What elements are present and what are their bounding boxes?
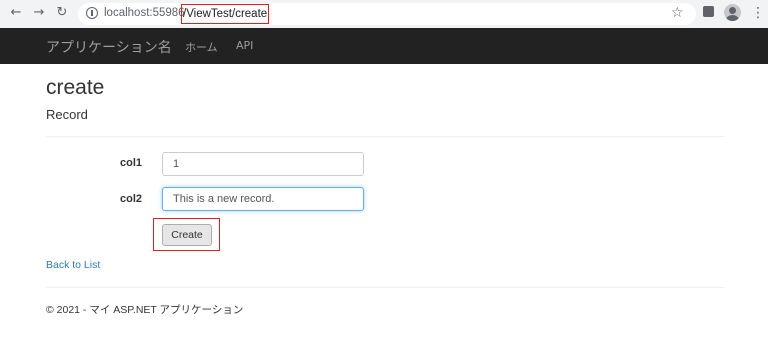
nav-link-home[interactable]: ホーム <box>185 39 218 55</box>
col1-input[interactable]: 1 <box>162 152 364 176</box>
reload-icon[interactable]: ↻ <box>54 5 70 21</box>
extensions-puzzle-icon[interactable] <box>703 6 714 17</box>
more-menu-icon[interactable]: ⋮ <box>751 5 765 21</box>
url-path: /ViewTest/create <box>181 4 270 24</box>
bookmark-star-icon[interactable]: ☆ <box>671 5 684 21</box>
forward-arrow-icon[interactable]: → <box>31 5 47 21</box>
app-navbar: アプリケーション名 ホーム API <box>0 28 768 64</box>
page-subtitle: Record <box>46 107 88 122</box>
url-host: localhost:55986 <box>104 7 185 19</box>
back-to-list-link[interactable]: Back to List <box>46 259 100 271</box>
page-title: create <box>46 76 105 99</box>
col2-input[interactable]: This is a new record. <box>162 187 364 211</box>
nav-link-api[interactable]: API <box>236 39 253 52</box>
divider <box>46 136 724 137</box>
footer-divider <box>46 287 724 288</box>
col2-label: col2 <box>120 193 143 205</box>
info-icon[interactable] <box>86 7 98 19</box>
col1-label: col1 <box>120 157 143 169</box>
brand-link[interactable]: アプリケーション名 <box>46 37 172 57</box>
profile-avatar-icon[interactable] <box>724 4 741 21</box>
footer-text: © 2021 - マイ ASP.NET アプリケーション <box>46 304 244 316</box>
address-bar[interactable]: localhost:55986 /ViewTest/create <box>78 3 696 25</box>
create-button[interactable]: Create <box>162 224 212 246</box>
back-arrow-icon[interactable]: ← <box>8 5 24 21</box>
browser-toolbar: ← → ↻ localhost:55986 /ViewTest/create ☆… <box>0 0 768 28</box>
